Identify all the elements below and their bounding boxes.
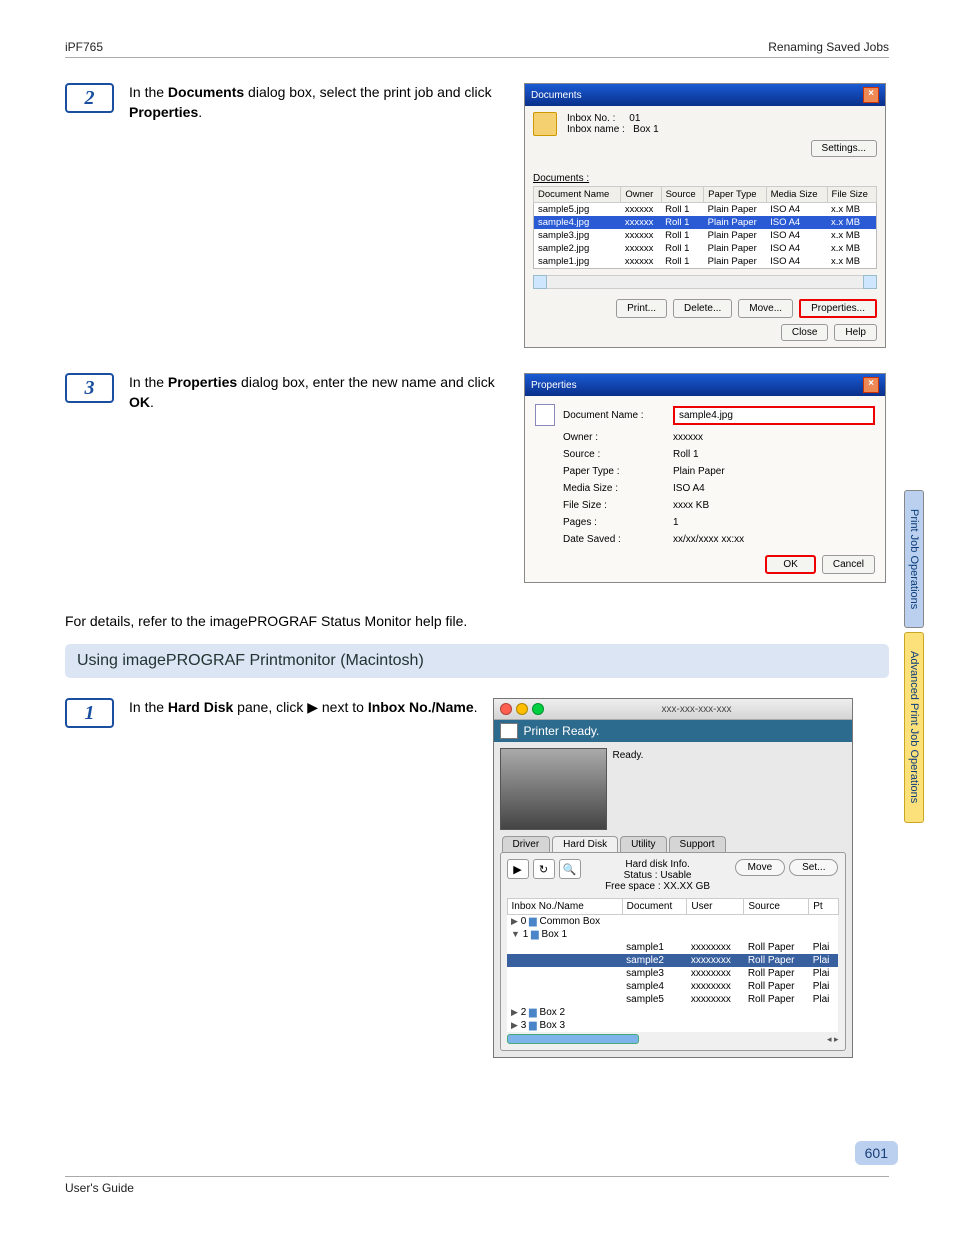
properties-button[interactable]: Properties... [799,299,877,318]
file-row[interactable]: sample5xxxxxxxxRoll PaperPlai [507,993,838,1006]
step-2-text: In the Documents dialog box, select the … [129,83,509,348]
section-heading: Using imagePROGRAF Printmonitor (Macinto… [65,644,889,678]
triangle-right-icon: ▶ [307,699,318,715]
traffic-min-icon[interactable] [516,703,528,715]
traffic-zoom-icon[interactable] [532,703,544,715]
table-row[interactable]: sample1.jpgxxxxxxRoll 1Plain PaperISO A4… [534,255,877,269]
search-button[interactable]: 🔍 [559,859,581,879]
tree-node[interactable]: ▼ 1 ▆ Box 1 [507,928,838,941]
print-button[interactable]: Print... [616,299,667,318]
model-label: iPF765 [65,40,103,54]
properties-dialog: Properties × Document Name : Owner :xxxx… [524,373,886,583]
play-button[interactable]: ▶ [507,859,529,879]
tab-hard-disk[interactable]: Hard Disk [552,836,618,852]
close-button[interactable]: Close [781,324,829,341]
window-title: xxx-xxx-xxx-xxx [548,704,846,715]
step-3-badge: 3 [65,373,114,403]
close-icon[interactable]: × [863,87,879,103]
side-tab-print-job-ops[interactable]: Print Job Operations [904,490,924,628]
page-number: 601 [855,1141,898,1165]
printer-image [500,748,607,830]
documents-table[interactable]: Document NameOwnerSource Paper TypeMedia… [533,186,877,269]
settings-button[interactable]: Settings... [811,140,877,157]
table-row[interactable]: sample4.jpgxxxxxxRoll 1Plain PaperISO A4… [534,216,877,229]
side-tab-advanced-ops[interactable]: Advanced Print Job Operations [904,632,924,822]
move-button[interactable]: Move... [738,299,793,318]
step-2-badge: 2 [65,83,114,113]
tree-node[interactable]: ▶ 3 ▆ Box 3 [507,1019,838,1032]
properties-title: Properties [531,380,577,391]
reload-button[interactable]: ↻ [533,859,555,879]
file-row[interactable]: sample4xxxxxxxxRoll PaperPlai [507,980,838,993]
inbox-icon [533,112,557,136]
document-name-input[interactable] [673,406,875,425]
file-row[interactable]: sample2xxxxxxxxRoll PaperPlai [507,954,838,967]
step-3-text: In the Properties dialog box, enter the … [129,373,509,583]
step-1-text: In the Hard Disk pane, click ▶ next to I… [129,698,478,1058]
section-label: Renaming Saved Jobs [768,40,889,54]
table-row[interactable]: sample5.jpgxxxxxxRoll 1Plain PaperISO A4… [534,203,877,217]
tab-support[interactable]: Support [669,836,726,852]
mac-move-button[interactable]: Move [735,859,785,876]
documents-list-label: Documents : [533,173,877,184]
table-row[interactable]: sample3.jpgxxxxxxRoll 1Plain PaperISO A4… [534,229,877,242]
horizontal-scrollbar[interactable] [533,275,877,289]
detail-note: For details, refer to the imagePROGRAF S… [65,613,889,629]
tab-driver[interactable]: Driver [502,836,551,852]
printer-status: Printer Ready. [524,724,600,738]
help-button[interactable]: Help [834,324,877,341]
ok-button[interactable]: OK [765,555,815,574]
table-row[interactable]: sample2.jpgxxxxxxRoll 1Plain PaperISO A4… [534,242,877,255]
traffic-close-icon[interactable] [500,703,512,715]
tree-node[interactable]: ▶ 0 ▆ Common Box [507,915,838,929]
footer-label: User's Guide [65,1176,889,1195]
printer-icon [500,723,518,739]
status-text: Ready. [613,748,846,830]
documents-title: Documents [531,90,582,101]
cancel-button[interactable]: Cancel [822,555,875,574]
printmonitor-window: xxx-xxx-xxx-xxx Printer Ready. Ready. Dr… [493,698,853,1058]
document-icon [535,404,555,426]
delete-button[interactable]: Delete... [673,299,732,318]
tree-node[interactable]: ▶ 2 ▆ Box 2 [507,1006,838,1019]
mac-set-button[interactable]: Set... [789,859,838,876]
tab-utility[interactable]: Utility [620,836,666,852]
close-icon[interactable]: × [863,377,879,393]
page-header: iPF765 Renaming Saved Jobs [65,40,889,58]
documents-dialog: Documents × Inbox No. : 01 Inbox name : … [524,83,886,348]
mac-scrollbar[interactable]: ◂ ▸ [507,1034,839,1044]
file-row[interactable]: sample1xxxxxxxxRoll PaperPlai [507,941,838,954]
file-row[interactable]: sample3xxxxxxxxRoll PaperPlai [507,967,838,980]
hard-disk-table[interactable]: Inbox No./NameDocumentUserSourcePt ▶ 0 ▆… [507,898,839,1032]
step-1-badge: 1 [65,698,114,728]
